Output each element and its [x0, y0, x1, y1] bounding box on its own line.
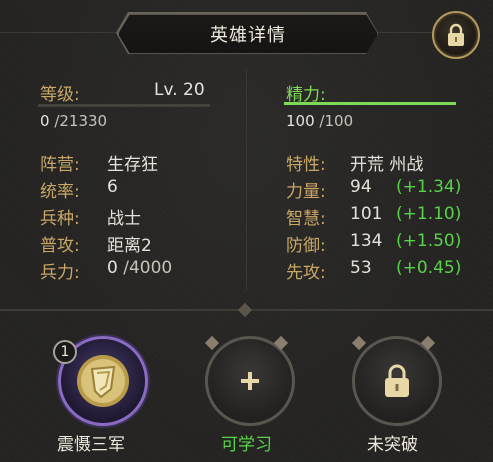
defense-value: 134 — [350, 231, 383, 251]
troop-type-value: 战士 — [107, 209, 141, 229]
frame-spike — [351, 335, 367, 351]
title-left-line — [0, 32, 116, 33]
attr-label: 防御: — [286, 236, 326, 256]
divider-ornament — [237, 302, 253, 318]
stats-divider — [246, 68, 247, 290]
attr-label: 力量: — [286, 182, 326, 202]
attack-range-value: 距离2 — [107, 236, 152, 256]
skill-name-locked: 未突破 — [367, 435, 418, 455]
frame-spike — [204, 335, 220, 351]
attr-label: 先攻: — [286, 263, 326, 283]
stat-label: 普攻: — [40, 236, 80, 256]
stat-label: 阵营: — [40, 155, 80, 175]
skill-name-learned: 震慑三军 — [57, 435, 125, 455]
command-value: 6 — [107, 177, 118, 197]
lock-icon — [448, 23, 464, 46]
page-title: 英雄详情 — [210, 25, 286, 46]
strength-value: 94 — [350, 177, 372, 197]
faction-value: 生存狂 — [107, 155, 158, 175]
stat-label: 兵力: — [40, 263, 80, 283]
defense-bonus: (+1.50) — [396, 231, 462, 251]
lock-icon — [385, 364, 409, 397]
title-banner: 英雄详情 — [118, 14, 378, 54]
trait-label: 特性: — [286, 155, 326, 175]
energy-bar-fill — [284, 102, 456, 105]
hero-detail-panel: 英雄详情 等级: Lv. 20 0 /21330 精力: 100 /100 阵营… — [0, 0, 493, 462]
level-label: 等级: — [40, 85, 80, 105]
level-value: Lv. 20 — [154, 80, 205, 100]
initiative-value: 53 — [350, 258, 372, 278]
lock-button[interactable] — [432, 11, 480, 59]
skill-emblem-icon — [77, 355, 129, 407]
initiative-bonus: (+0.45) — [396, 258, 462, 278]
trait-value: 开荒 州战 — [350, 155, 424, 175]
stat-label: 统率: — [40, 182, 80, 202]
attr-label: 智慧: — [286, 209, 326, 229]
exp-value: 0 /21330 — [40, 112, 108, 130]
title-right-line — [378, 32, 432, 33]
strength-bonus: (+1.34) — [396, 177, 462, 197]
troops-value: 0 /4000 — [107, 258, 173, 278]
stat-label: 兵种: — [40, 209, 80, 229]
exp-bar — [38, 104, 210, 107]
wisdom-value: 101 — [350, 204, 383, 224]
skill-name-learnable: 可学习 — [221, 435, 272, 455]
wisdom-bonus: (+1.10) — [396, 204, 462, 224]
energy-value: 100 /100 — [286, 112, 354, 130]
plus-icon — [241, 372, 259, 390]
skill-level-badge: 1 — [53, 340, 77, 364]
